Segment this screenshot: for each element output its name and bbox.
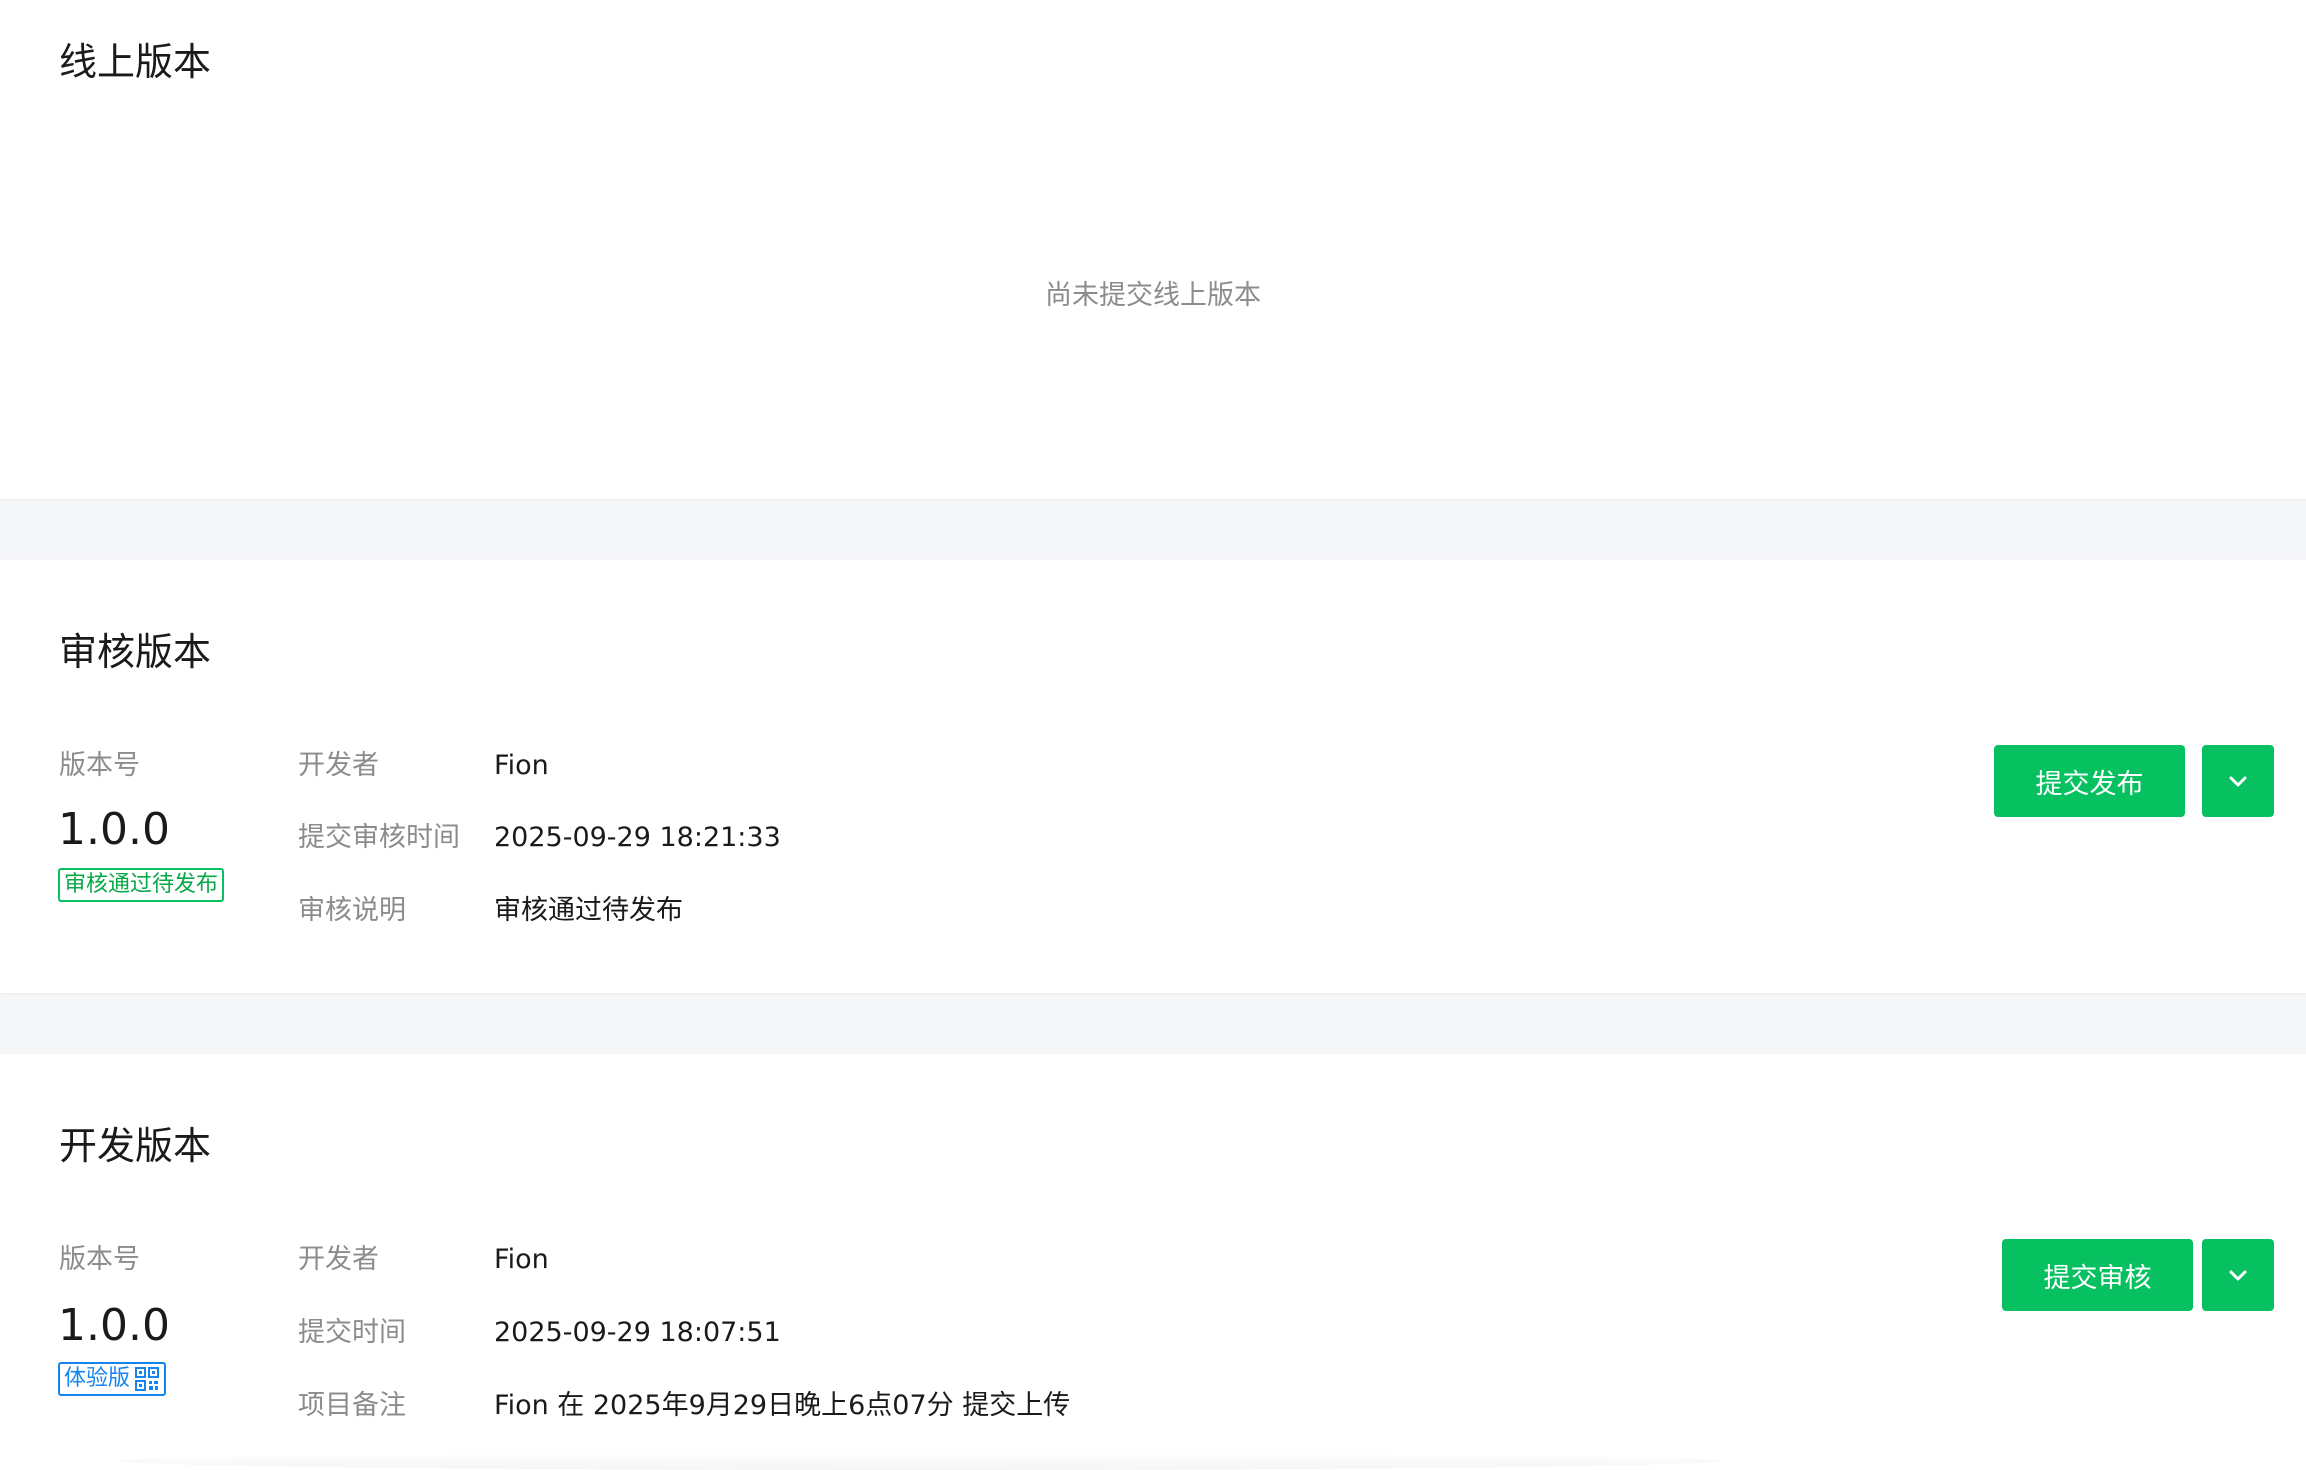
- dev-developer-key: 开发者: [298, 1244, 379, 1275]
- review-version-card: 审核版本 版本号 1.0.0 审核通过待发布 开发者 Fion 提交审核时间 2…: [0, 560, 2306, 993]
- dev-submit-time-key: 提交时间: [298, 1317, 406, 1348]
- dev-developer-value: Fion: [494, 1244, 549, 1275]
- bottom-fade-shadow: [120, 1452, 1720, 1470]
- chevron-down-icon: [2229, 776, 2247, 787]
- submit-review-button-label: 提交审核: [2043, 1262, 2152, 1294]
- dev-version-title: 开发版本: [59, 1124, 212, 1168]
- dev-remark-key: 项目备注: [298, 1390, 406, 1421]
- review-status-badge: 审核通过待发布: [58, 868, 225, 902]
- review-developer-key: 开发者: [298, 750, 379, 781]
- dev-version-card: 开发版本 版本号 1.0.0 体验版 开发者 Fion 提交时间 2025-09…: [0, 1054, 2306, 1470]
- dev-version-number: 1.0.0: [58, 1300, 170, 1351]
- dev-more-dropdown-button[interactable]: [2202, 1239, 2274, 1311]
- dev-version-label: 版本号: [59, 1244, 140, 1275]
- review-version-number: 1.0.0: [58, 804, 170, 855]
- review-note-value: 审核通过待发布: [494, 895, 683, 926]
- review-status-badge-text: 审核通过待发布: [64, 872, 219, 897]
- review-submit-time-key: 提交审核时间: [298, 822, 460, 853]
- submit-release-button-label: 提交发布: [2035, 768, 2144, 800]
- review-version-label: 版本号: [59, 750, 140, 781]
- version-management-page: 线上版本 尚未提交线上版本 审核版本 版本号 1.0.0 审核通过待发布 开发者…: [0, 0, 2306, 1470]
- online-version-empty-text: 尚未提交线上版本: [1045, 280, 1261, 311]
- submit-review-button[interactable]: 提交审核: [2002, 1239, 2193, 1311]
- online-version-title: 线上版本: [59, 40, 212, 84]
- submit-release-button[interactable]: 提交发布: [1994, 745, 2185, 817]
- dev-submit-time-value: 2025-09-29 18:07:51: [494, 1317, 781, 1348]
- review-note-key: 审核说明: [298, 895, 406, 926]
- dev-trial-badge[interactable]: 体验版: [58, 1362, 167, 1396]
- chevron-down-icon: [2229, 1270, 2247, 1281]
- review-more-dropdown-button[interactable]: [2202, 745, 2274, 817]
- review-submit-time-value: 2025-09-29 18:21:33: [494, 822, 781, 853]
- review-developer-value: Fion: [494, 750, 549, 781]
- online-version-card: 线上版本 尚未提交线上版本: [0, 0, 2306, 499]
- review-version-title: 审核版本: [59, 630, 212, 674]
- dev-remark-value: Fion 在 2025年9月29日晚上6点07分 提交上传: [494, 1390, 1071, 1421]
- qr-code-icon: [135, 1367, 160, 1391]
- dev-trial-badge-text: 体验版: [64, 1366, 131, 1391]
